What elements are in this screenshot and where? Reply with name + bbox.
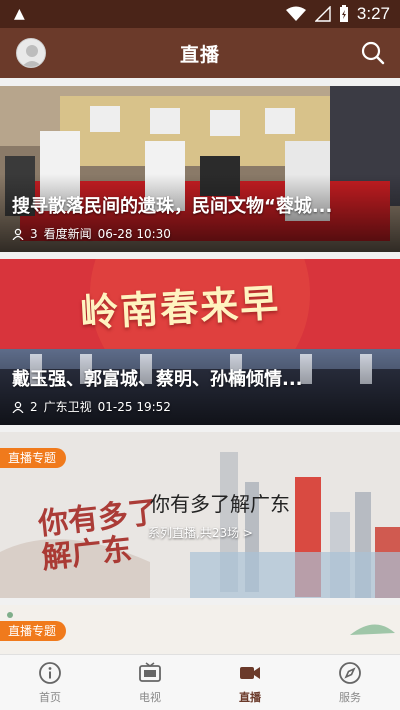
android-icon: ▲ [14, 6, 25, 22]
viewer-count: 2 [30, 399, 38, 414]
person-icon [12, 401, 24, 413]
status-bar: ▲ 3:27 [0, 0, 400, 28]
nav-label: 电视 [139, 690, 161, 704]
nav-live[interactable]: 直播 [200, 655, 300, 710]
topic-tag: 直播专题 [0, 621, 67, 641]
card-meta: 3 看度新闻 06-28 10:30 [12, 225, 171, 242]
card-datetime: 06-28 10:30 [97, 226, 171, 241]
nav-home[interactable]: 首页 [0, 655, 100, 710]
nav-service[interactable]: 服务 [300, 655, 400, 710]
card-meta: 2 广东卫视 01-25 19:52 [12, 398, 171, 415]
nav-tv[interactable]: 电视 [100, 655, 200, 710]
live-card[interactable]: 岭南春来早 戴玉强、郭富城、蔡明、孙楠倾情... 2 广东卫视 01-25 19… [0, 259, 400, 425]
topic-card[interactable]: 你有多了解广东 直播专题 你有多了解广东 系列直播,共23场 > [0, 432, 400, 598]
page-title: 直播 [179, 44, 220, 66]
signal-icon [314, 6, 331, 22]
topic-art-text: 你有多了解广东 [36, 494, 160, 577]
topic-title: 你有多了解广东 [150, 492, 290, 516]
live-card[interactable]: 搜寻散落民间的遗珠，民间文物“蓉城... 3 看度新闻 06-28 10:30 [0, 86, 400, 252]
viewer-count: 3 [30, 226, 38, 241]
card-source: 广东卫视 [43, 400, 92, 414]
app-header: 直播 [0, 28, 400, 78]
card-title: 搜寻散落民间的遗珠，民间文物“蓉城... [12, 196, 333, 217]
video-camera-icon [240, 666, 260, 679]
status-time: 3:27 [356, 4, 390, 23]
topic-tag: 直播专题 [0, 448, 67, 468]
tv-icon [139, 661, 161, 682]
compass-icon [339, 661, 361, 684]
person-icon [12, 228, 24, 240]
nav-label: 首页 [39, 690, 61, 704]
topic-card[interactable]: 直播专题 [0, 605, 400, 654]
card-datetime: 01-25 19:52 [97, 399, 171, 414]
bottom-nav: 首页 电视 直播 服务 [0, 654, 400, 710]
topic-subtitle-link[interactable]: 系列直播,共23场 > [148, 524, 253, 541]
search-icon[interactable] [358, 38, 388, 68]
banner-text: 岭南春来早 [79, 279, 282, 336]
wifi-icon [285, 6, 306, 21]
nav-label: 直播 [239, 690, 261, 704]
nav-label: 服务 [339, 690, 361, 704]
info-icon [39, 661, 61, 684]
battery-icon [339, 5, 348, 22]
card-source: 看度新闻 [43, 227, 92, 241]
live-feed: 搜寻散落民间的遗珠，民间文物“蓉城... 3 看度新闻 06-28 10:30 … [0, 78, 400, 654]
card-title: 戴玉强、郭富城、蔡明、孙楠倾情... [12, 369, 303, 390]
